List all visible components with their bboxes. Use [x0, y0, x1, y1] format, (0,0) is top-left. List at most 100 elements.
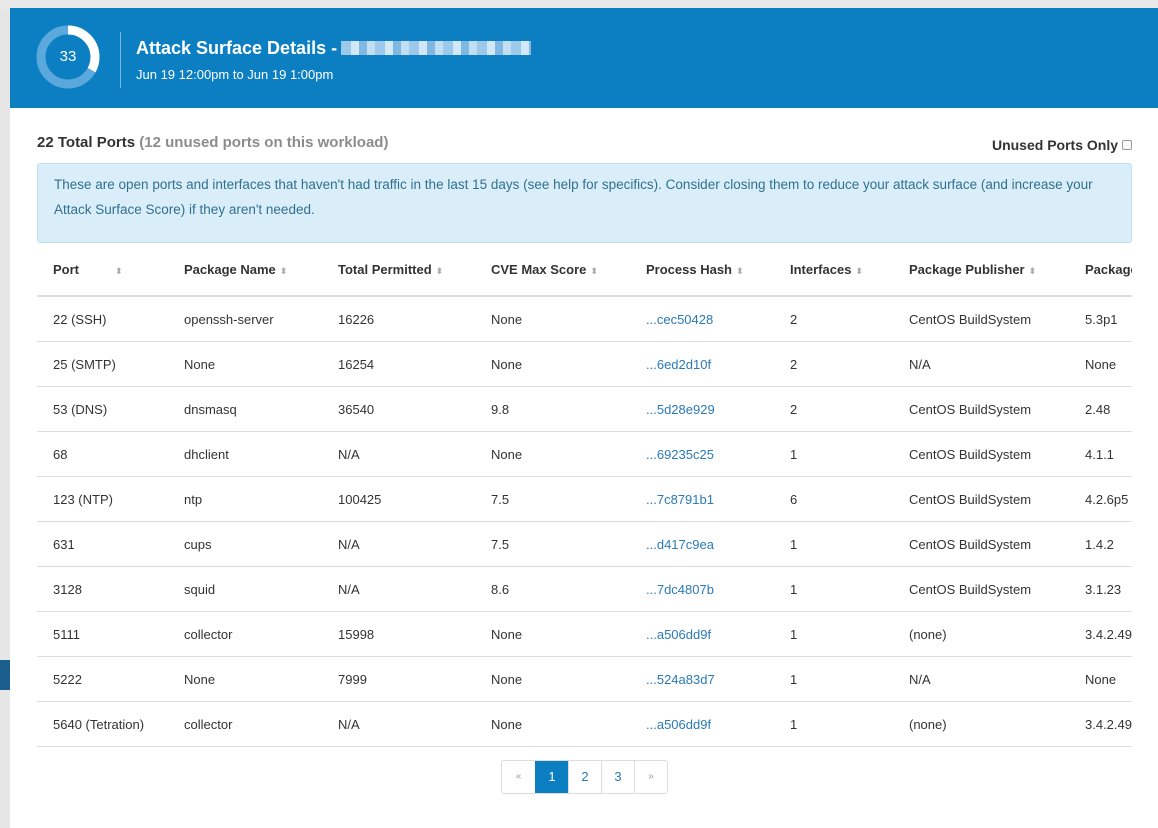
table-row[interactable]: 631 cups N/A 7.5 ...d417c9ea 1 CentOS BuildSys… — [37, 521, 1132, 567]
pagination-prev-button[interactable]: « — [502, 761, 535, 793]
cell-cve-max-score: 8.6 — [475, 566, 630, 612]
table-row[interactable]: 22 (SSH) openssh-server 16226 None ...cec504… — [37, 296, 1132, 342]
pagination-page-1[interactable]: 1 — [535, 761, 568, 793]
column-header-label: Package Publisher — [909, 261, 1025, 277]
modal-title-text: Attack Surface Details - — [136, 38, 338, 58]
cell-package-version: None — [1069, 656, 1132, 702]
cell-package-name: ntp — [168, 476, 322, 522]
column-header-cve-max-score[interactable]: CVE Max Score ⬍ — [475, 243, 630, 297]
cell-package-version: 3.1.23 — [1069, 566, 1132, 612]
ports-table-container[interactable]: Port ⬍ Package Name ⬍ Total Permitted ⬍ CVE Ma… — [37, 243, 1132, 747]
pagination-page-2[interactable]: 2 — [568, 761, 601, 793]
column-header-label: Interfaces — [790, 261, 852, 277]
cell-cve-max-score: None — [475, 431, 630, 477]
cell-package-version: 5.3p1 — [1069, 296, 1132, 342]
cell-total-permitted: N/A — [322, 566, 475, 612]
cell-process-hash[interactable]: ...cec50428 — [630, 296, 774, 342]
sort-icon[interactable]: ⬍ — [736, 266, 744, 276]
cell-port: 68 — [37, 431, 168, 477]
cell-port: 123 (NTP) — [37, 476, 168, 522]
column-header-package-name[interactable]: Package Name ⬍ — [168, 243, 322, 297]
cell-package-publisher: (none) — [893, 611, 1069, 657]
column-header-package-version[interactable]: Package Version — [1069, 243, 1132, 297]
column-header-label: CVE Max Score — [491, 261, 587, 277]
table-row[interactable]: 3128 squid N/A 8.6 ...7dc4807b 1 CentOS BuildS… — [37, 566, 1132, 612]
cell-process-hash[interactable]: ...7c8791b1 — [630, 476, 774, 522]
cell-port: 22 (SSH) — [37, 296, 168, 342]
cell-total-permitted: 7999 — [322, 656, 475, 702]
cell-process-hash[interactable]: ...a506dd9f — [630, 701, 774, 747]
attack-surface-score: 33 — [59, 48, 77, 65]
table-row[interactable]: 53 (DNS) dnsmasq 36540 9.8 ...5d28e929 2 CentO… — [37, 386, 1132, 432]
cell-process-hash[interactable]: ...a506dd9f — [630, 611, 774, 657]
cell-total-permitted: 15998 — [322, 611, 475, 657]
modal-body: 22 Total Ports (12 unused ports on this … — [10, 108, 1158, 747]
sort-icon[interactable]: ⬍ — [855, 266, 863, 276]
cell-interfaces: 2 — [774, 341, 893, 387]
column-header-label: Process Hash — [646, 261, 732, 277]
column-header-process-hash[interactable]: Process Hash ⬍ — [630, 243, 774, 297]
cell-package-name: dhclient — [168, 431, 322, 477]
sort-icon[interactable]: ⬍ — [436, 266, 444, 276]
cell-package-name: openssh-server — [168, 296, 322, 342]
cell-port: 25 (SMTP) — [37, 341, 168, 387]
cell-package-version: None — [1069, 341, 1132, 387]
table-row[interactable]: 5222 None 7999 None ...524a83d7 1 N/A None — [37, 656, 1132, 702]
cell-package-version: 2.48 — [1069, 386, 1132, 432]
cell-total-permitted: 100425 — [322, 476, 475, 522]
cell-cve-max-score: 7.5 — [475, 476, 630, 522]
cell-package-publisher: CentOS BuildSystem — [893, 431, 1069, 477]
modal-title: Attack Surface Details - — [136, 38, 532, 59]
cell-process-hash[interactable]: ...d417c9ea — [630, 521, 774, 567]
cell-interfaces: 1 — [774, 656, 893, 702]
cell-interfaces: 1 — [774, 611, 893, 657]
cell-process-hash[interactable]: ...5d28e929 — [630, 386, 774, 432]
table-row[interactable]: 5640 (Tetration) collector N/A None ...a506d… — [37, 701, 1132, 747]
cell-package-publisher: CentOS BuildSystem — [893, 296, 1069, 342]
cell-process-hash[interactable]: ...524a83d7 — [630, 656, 774, 702]
modal-header: 33 Attack Surface Details - Jun 19 12:00… — [10, 8, 1158, 108]
cell-total-permitted: 36540 — [322, 386, 475, 432]
cell-interfaces: 6 — [774, 476, 893, 522]
cell-port: 5640 (Tetration) — [37, 701, 168, 747]
total-ports-count: 22 Total Ports — [37, 134, 136, 151]
column-header-label: Package Version — [1085, 261, 1132, 277]
sort-icon[interactable]: ⬍ — [590, 266, 598, 276]
unused-ports-only-checkbox[interactable] — [1122, 140, 1132, 150]
summary-row: 22 Total Ports (12 unused ports on this … — [37, 108, 1132, 160]
cell-package-name: dnsmasq — [168, 386, 322, 432]
cell-interfaces: 1 — [774, 521, 893, 567]
pagination-page-3[interactable]: 3 — [601, 761, 634, 793]
cell-process-hash[interactable]: ...7dc4807b — [630, 566, 774, 612]
cell-package-version: 4.2.6p5 — [1069, 476, 1132, 522]
column-header-interfaces[interactable]: Interfaces ⬍ — [774, 243, 893, 297]
cell-cve-max-score: None — [475, 296, 630, 342]
cell-port: 5111 — [37, 611, 168, 657]
table-row[interactable]: 5111 collector 15998 None ...a506dd9f 1 (none)… — [37, 611, 1132, 657]
cell-process-hash[interactable]: ...6ed2d10f — [630, 341, 774, 387]
column-header-label: Total Permitted — [338, 261, 432, 277]
sort-icon[interactable]: ⬍ — [1029, 266, 1037, 276]
sort-icon[interactable]: ⬍ — [280, 266, 288, 276]
table-row[interactable]: 25 (SMTP) None 16254 None ...6ed2d10f 2 N/A Non… — [37, 341, 1132, 387]
column-header-total-permitted[interactable]: Total Permitted ⬍ — [322, 243, 475, 297]
cell-cve-max-score: None — [475, 656, 630, 702]
unused-ports-note: (12 unused ports on this workload) — [139, 134, 389, 151]
cell-process-hash[interactable]: ...69235c25 — [630, 431, 774, 477]
info-alert: These are open ports and interfaces that… — [37, 163, 1132, 243]
attack-surface-score-ring: 33 — [36, 25, 100, 89]
unused-ports-only-label: Unused Ports Only — [991, 137, 1118, 153]
unused-ports-only-toggle[interactable]: Unused Ports Only — [992, 137, 1132, 153]
cell-package-version: 3.4.2.49 — [1069, 701, 1132, 747]
column-header-package-publisher[interactable]: Package Publisher ⬍ — [893, 243, 1069, 297]
table-row[interactable]: 68 dhclient N/A None ...69235c25 1 CentOS Buil… — [37, 431, 1132, 477]
cell-package-version: 4.1.1 — [1069, 431, 1132, 477]
sort-icon[interactable]: ⬍ — [115, 266, 123, 276]
table-row[interactable]: 123 (NTP) ntp 100425 7.5 ...7c8791b1 6 CentOS … — [37, 476, 1132, 522]
column-header-port[interactable]: Port ⬍ — [37, 243, 168, 297]
cell-package-publisher: CentOS BuildSystem — [893, 521, 1069, 567]
cell-port: 53 (DNS) — [37, 386, 168, 432]
cell-package-publisher: CentOS BuildSystem — [893, 566, 1069, 612]
pagination-next-button[interactable]: » — [634, 761, 667, 793]
cell-interfaces: 2 — [774, 386, 893, 432]
